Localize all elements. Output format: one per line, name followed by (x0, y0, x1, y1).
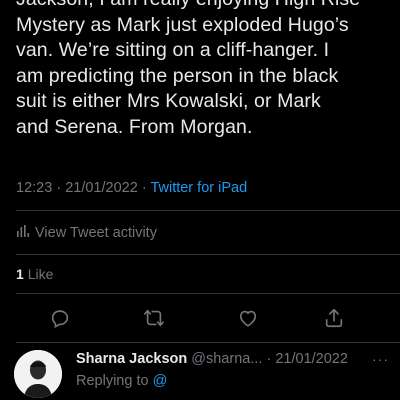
share-button[interactable] (322, 308, 346, 332)
tweet-time: 12:23 (16, 180, 53, 196)
share-icon (323, 307, 345, 334)
reply-author-name[interactable]: Sharna Jackson (76, 351, 187, 367)
tweet-date[interactable]: 21/01/2022 (65, 180, 138, 196)
like-button[interactable] (236, 308, 260, 332)
avatar[interactable] (14, 350, 62, 398)
reply-button[interactable] (48, 308, 72, 332)
meta-separator: · (141, 180, 147, 196)
likes-count-link[interactable]: 1 Like (16, 266, 53, 282)
tweet-actions-bar (0, 308, 400, 336)
likes-count: 1 (16, 266, 24, 282)
divider (16, 254, 400, 255)
tweet-source[interactable]: Twitter for iPad (150, 180, 247, 196)
tweet-text: Jackson, I am really enjoying High Rise … (16, 0, 360, 138)
activity-label: View Tweet activity (35, 225, 157, 241)
divider (16, 210, 400, 211)
reply-date[interactable]: 21/01/2022 (275, 351, 348, 367)
replying-to-label: Replying to (76, 373, 149, 389)
meta-separator: · (56, 180, 62, 196)
reply-tweet[interactable]: Sharna Jackson @sharna... · 21/01/2022 ·… (0, 340, 400, 400)
bar-chart-icon (16, 224, 30, 242)
replying-to-handle[interactable]: @ (153, 373, 168, 389)
replying-to: Replying to @ (76, 373, 167, 389)
retweet-icon (142, 307, 166, 334)
reply-separator: · (266, 351, 272, 367)
reply-header: Sharna Jackson @sharna... · 21/01/2022 (76, 351, 348, 367)
retweet-button[interactable] (142, 308, 166, 332)
tweet-meta: 12:23 · 21/01/2022 · Twitter for iPad (16, 180, 247, 196)
divider (16, 293, 400, 294)
reply-author-handle[interactable]: @sharna... (191, 351, 262, 367)
likes-label: Like (27, 266, 54, 282)
more-options-icon[interactable]: ··· (372, 351, 389, 367)
comment-icon (49, 307, 71, 334)
view-tweet-activity-link[interactable]: View Tweet activity (16, 224, 157, 242)
heart-icon (237, 307, 259, 334)
